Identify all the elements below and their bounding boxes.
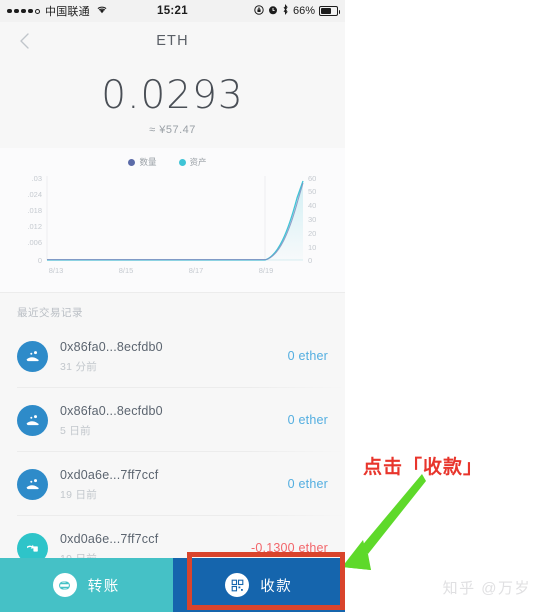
transfer-icon [52, 573, 77, 597]
table-row[interactable]: 0x86fa0...8ecfdb0 5 日前 0 ether [0, 388, 345, 452]
svg-text:.03: .03 [32, 174, 42, 183]
phone-screenshot: 中国联通 15:21 66% ETH 0.0293 ≈ ¥57.47 数量 资产… [0, 0, 345, 612]
svg-text:0: 0 [308, 256, 312, 265]
annotation-highlight-box [187, 552, 345, 610]
chart-left-axis-ticks: .03 .024 .018 .012 .006 0 [27, 174, 42, 265]
svg-text:10: 10 [308, 243, 316, 252]
transaction-info: 0x86fa0...8ecfdb0 5 日前 [60, 402, 288, 438]
battery-icon [319, 6, 340, 16]
transaction-time: 31 分前 [60, 361, 98, 373]
legend-swatch-asset [178, 158, 186, 166]
nav-bar: ETH [0, 22, 345, 60]
legend-label-asset: 资产 [189, 157, 207, 167]
transaction-time: 5 日前 [60, 425, 91, 437]
svg-text:8/13: 8/13 [49, 266, 64, 275]
balance-amount: 0.0293 [101, 73, 244, 118]
svg-text:40: 40 [308, 201, 316, 210]
clock-label: 15:21 [157, 5, 188, 17]
transfer-button[interactable]: 转账 [0, 558, 173, 612]
transaction-info: 0xd0a6e...7ff7ccf 19 日前 [60, 466, 288, 502]
balance-section: 0.0293 ≈ ¥57.47 [0, 60, 345, 144]
watermark: 知乎 @万岁 [442, 580, 531, 597]
legend-swatch-quantity [128, 158, 136, 166]
chart-svg: .03 .024 .018 .012 .006 0 60 50 40 30 20… [27, 174, 316, 275]
svg-text:0: 0 [38, 256, 42, 265]
svg-text:8/19: 8/19 [259, 266, 274, 275]
transaction-amount: 0 ether [287, 477, 328, 491]
svg-text:.006: .006 [27, 238, 42, 247]
chart-plot: .03 .024 .018 .012 .006 0 60 50 40 30 20… [0, 170, 345, 288]
balance-fiat: ≈ ¥57.47 [149, 124, 196, 136]
transaction-hash: 0xd0a6e...7ff7ccf [60, 468, 159, 482]
arrow-down-left-icon [342, 474, 426, 570]
legend-item-asset: 资产 [178, 156, 207, 168]
transaction-time: 19 日前 [60, 489, 98, 501]
chart-x-axis-ticks: 8/13 8/15 8/17 8/19 [49, 266, 274, 275]
svg-text:.018: .018 [27, 206, 42, 215]
receive-icon [17, 404, 48, 436]
svg-text:8/17: 8/17 [189, 266, 204, 275]
svg-text:.012: .012 [27, 222, 42, 231]
receive-icon [17, 340, 48, 372]
svg-text:8/15: 8/15 [119, 266, 134, 275]
transaction-section-title: 最近交易记录 [17, 307, 83, 319]
chart-legend: 数量 资产 [0, 156, 345, 168]
transaction-info: 0x86fa0...8ecfdb0 31 分前 [60, 338, 288, 374]
table-row[interactable]: 0x86fa0...8ecfdb0 31 分前 0 ether [0, 324, 345, 388]
svg-text:.024: .024 [27, 190, 42, 199]
svg-text:60: 60 [308, 174, 316, 183]
transaction-hash: 0x86fa0...8ecfdb0 [60, 340, 163, 354]
transaction-hash: 0x86fa0...8ecfdb0 [60, 404, 163, 418]
chart-card: 数量 资产 .03 .024 .018 .012 .006 0 60 50 40… [0, 148, 345, 293]
chevron-left-icon [20, 33, 29, 49]
transaction-list: 最近交易记录 0x86fa0...8ecfdb0 31 分前 0 ether 0… [0, 293, 345, 580]
chart-area-fill [265, 181, 303, 260]
status-bar: 中国联通 15:21 66% [0, 0, 345, 22]
svg-text:50: 50 [308, 187, 316, 196]
svg-text:20: 20 [308, 229, 316, 238]
chart-right-axis-ticks: 60 50 40 30 20 10 0 [308, 174, 316, 265]
transaction-hash: 0xd0a6e...7ff7ccf [60, 532, 159, 546]
transfer-label: 转账 [87, 578, 120, 595]
legend-label-quantity: 数量 [139, 157, 157, 167]
page-title: ETH [156, 33, 189, 49]
table-row[interactable]: 0xd0a6e...7ff7ccf 19 日前 0 ether [0, 452, 345, 516]
transaction-amount: 0 ether [287, 349, 328, 363]
transaction-amount: 0 ether [287, 413, 328, 427]
receive-icon [17, 468, 48, 500]
svg-text:30: 30 [308, 215, 316, 224]
back-button[interactable] [14, 30, 36, 52]
legend-item-quantity: 数量 [128, 156, 157, 168]
